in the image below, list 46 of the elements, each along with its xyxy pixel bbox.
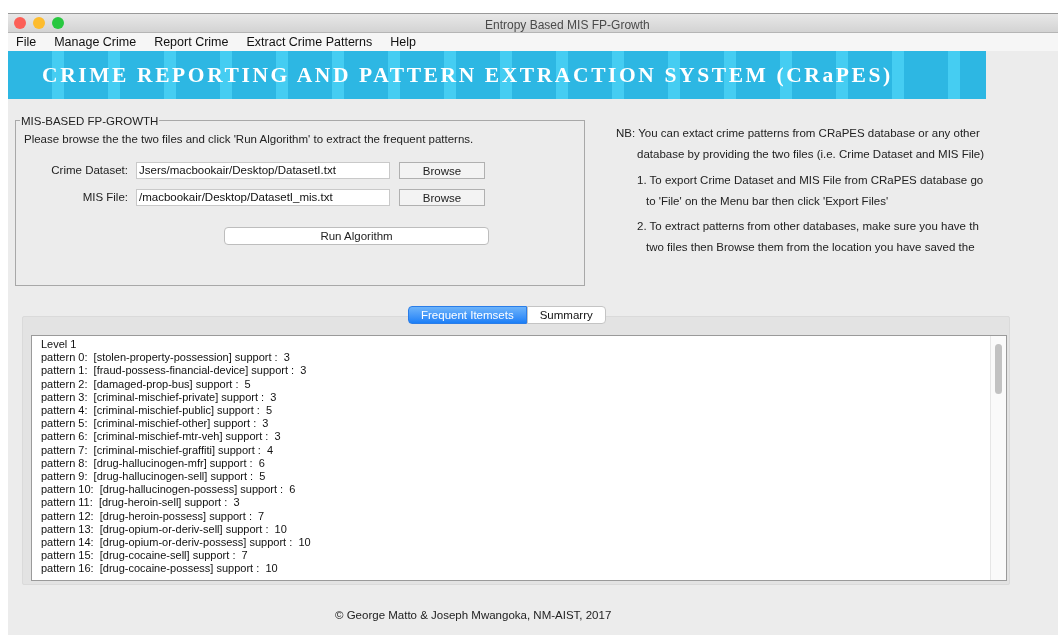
field-label: Crime Dataset: <box>50 163 129 179</box>
copyright-text: © George Matto & Joseph Mwangoka, NM-AIST, 2017 <box>335 608 612 623</box>
banner-title: CRIME REPORTING AND PATTERN EXTRACTION SYSTEM (CRaPES) <box>42 61 893 89</box>
note-text: to 'File' on the Menu bar then click 'Export Files' <box>645 193 890 209</box>
window-title: Entropy Based MIS FP-Growth <box>485 17 650 34</box>
scrollbar-thumb[interactable] <box>995 344 1002 394</box>
output-line: pattern 0: [stolen-property-possession] support : 3 <box>41 351 291 365</box>
output-line: pattern 3: [criminal-mischief-private] support : 3 <box>41 390 278 404</box>
minimize-icon[interactable] <box>33 17 45 29</box>
menu-item[interactable]: Report Crime <box>154 32 229 52</box>
zoom-icon[interactable] <box>52 17 64 29</box>
browse-button[interactable]: Browse <box>399 162 485 180</box>
output-line: pattern 7: [criminal-mischief-graffiti] support : 4 <box>41 443 275 457</box>
close-icon[interactable] <box>14 17 26 29</box>
output-line: pattern 5: [criminal-mischief-other] support : 3 <box>41 417 270 431</box>
field-label: MIS File: <box>81 189 129 205</box>
scrollbar[interactable] <box>990 336 1006 580</box>
tab[interactable]: Summarry <box>526 306 606 324</box>
output-line: pattern 14: [drug-opium-or-deriv-possess] support : 10 <box>41 536 312 550</box>
output-line: pattern 9: [drug-hallucinogen-sell] support : 5 <box>41 470 267 484</box>
note-text: NB: You can extact crime patterns from CRaPES database or any other <box>616 126 981 141</box>
menu-item[interactable]: Manage Crime <box>54 32 137 52</box>
output-line: pattern 15: [drug-cocaine-sell] support : 7 <box>41 549 249 563</box>
output-line: pattern 16: [drug-cocaine-possess] support : 10 <box>41 562 279 576</box>
output-line: Level 1 <box>41 338 78 352</box>
output-line: pattern 10: [drug-hallucinogen-possess] support : 6 <box>41 483 297 497</box>
output-line: pattern 12: [drug-heroin-possess] support : 7 <box>41 509 266 523</box>
output-line: pattern 11: [drug-heroin-sell] support : 3 <box>41 496 241 510</box>
menu-item[interactable]: Extract Crime Patterns <box>246 32 373 52</box>
path-field[interactable]: /macbookair/Desktop/DatasetI_mis.txt <box>136 188 390 206</box>
instructions: Please browse the the two files and click 'Run Algorithm' to extract the frequent patterns. <box>24 132 475 147</box>
note-text: 2. To extract patterns from other databases, make sure you have th <box>636 219 980 234</box>
browse-button[interactable]: Browse <box>399 188 485 206</box>
note-text: database by providing the two files (i.e. Crime Dataset and MIS File) <box>636 147 985 163</box>
output-line: pattern 1: [fraud-possess-financial-device] support : 3 <box>41 364 308 378</box>
note-text: 1. To export Crime Dataset and MIS File from CRaPES database go <box>636 172 985 188</box>
output-line: pattern 13: [drug-opium-or-deriv-sell] support : 10 <box>41 522 288 537</box>
run-algorithm-button[interactable]: Run Algorithm <box>224 226 489 245</box>
output-line: pattern 2: [damaged-prop-bus] support : 5 <box>41 377 252 391</box>
output-line: pattern 8: [drug-hallucinogen-mfr] support : 6 <box>41 456 266 471</box>
note-text: two files then Browse them from the location you have saved the <box>645 240 976 256</box>
output-line: pattern 6: [criminal-mischief-mtr-veh] support : 3 <box>41 430 282 444</box>
path-field[interactable]: Jsers/macbookair/Desktop/DatasetI.txt <box>136 162 390 180</box>
menu-item[interactable]: Help <box>390 32 416 52</box>
menu-item[interactable]: File <box>16 32 37 52</box>
output-line: pattern 4: [criminal-mischief-public] support : 5 <box>41 404 274 418</box>
